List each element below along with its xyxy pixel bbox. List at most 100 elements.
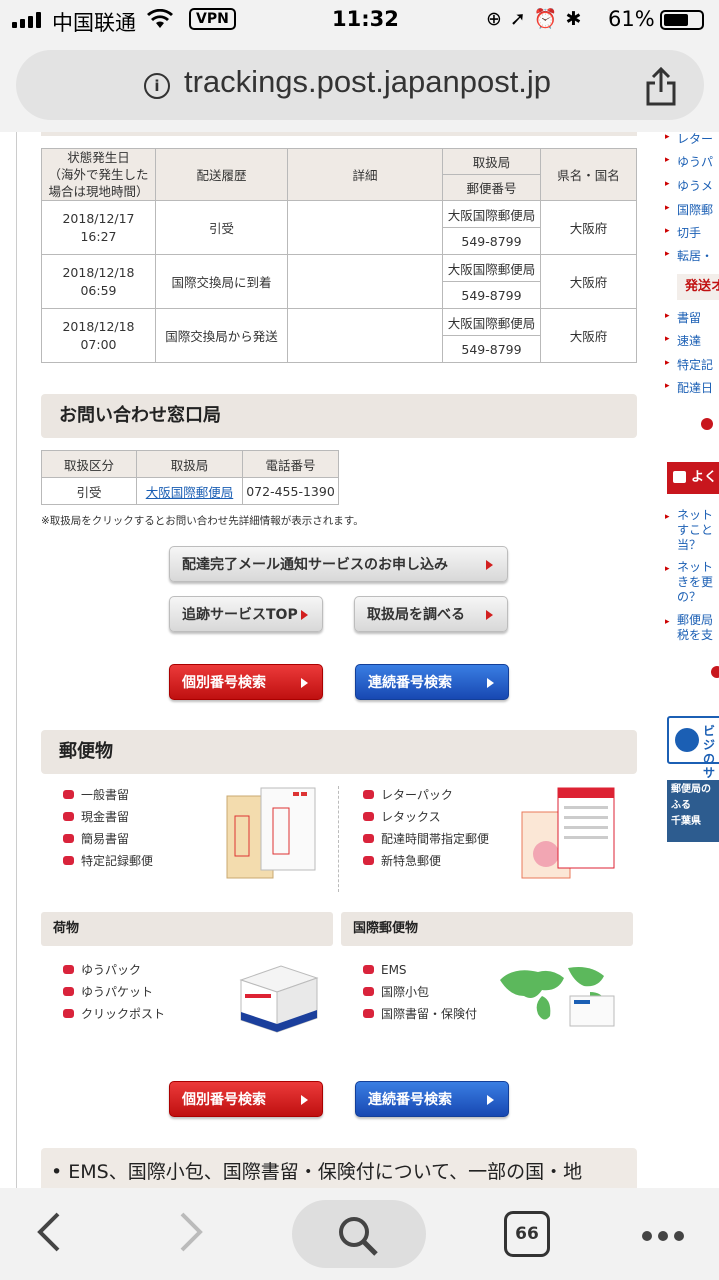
cell-pref: 大阪府: [540, 200, 637, 255]
tracking-top-label: 追跡サービスTOP: [182, 607, 298, 623]
sidebar-link[interactable]: ゆうパ: [665, 153, 713, 170]
contact-section-title: お問い合わせ窓口局: [41, 394, 637, 438]
faq-link[interactable]: ネット すこと 当？: [665, 508, 713, 553]
mail-section-title: 郵便物: [41, 730, 637, 774]
list-item[interactable]: レタックス: [361, 806, 489, 828]
header-pref: 県名・国名: [540, 148, 637, 201]
sidebar-heading: 発送オ: [677, 274, 719, 300]
cell-history: 国際交換局から発送: [155, 308, 288, 363]
individual-search-button[interactable]: 個別番号検索: [169, 664, 323, 700]
list-item[interactable]: 一般書留: [61, 784, 153, 806]
cell-date: 2018/12/17 16:27: [41, 200, 156, 255]
header-detail: 詳細: [287, 148, 443, 201]
tracking-top-button[interactable]: 追跡サービスTOP: [169, 596, 323, 632]
search-icon: [339, 1217, 378, 1256]
table-row: 引受 大阪国際郵便局 072-455-1390: [41, 477, 339, 505]
sidebar-link[interactable]: 特定記: [665, 356, 713, 373]
address-bar[interactable]: i trackings.post.japanpost.jp: [16, 50, 704, 120]
sequential-search-button[interactable]: 連続番号検索: [355, 664, 509, 700]
contact-note: ※取扱局をクリックするとお問い合わせ先詳細情報が表示されます。: [41, 515, 364, 527]
list-item[interactable]: ゆうパック: [61, 959, 165, 981]
more-menu-icon[interactable]: [642, 1226, 690, 1245]
sidebar-link[interactable]: 転居・: [665, 247, 713, 264]
list-item[interactable]: 新特急郵便: [361, 850, 489, 872]
table-row: 2018/12/18 07:00 国際交換局から発送 大阪国際郵便局 大阪府: [41, 308, 637, 363]
mail-divider: [338, 786, 339, 892]
list-item[interactable]: 国際書留・保険付: [361, 1003, 477, 1025]
cell-office: 大阪国際郵便局: [442, 308, 541, 336]
individual-search-button-2[interactable]: 個別番号検索: [169, 1081, 323, 1117]
list-item[interactable]: レターパック: [361, 784, 489, 806]
back-icon[interactable]: [30, 1210, 70, 1254]
sequential-search-button-2[interactable]: 連続番号検索: [355, 1081, 509, 1117]
cell-office: 大阪国際郵便局: [442, 254, 541, 282]
furusato-banner[interactable]: 郵便局の ふる 千葉県: [667, 780, 719, 842]
list-item[interactable]: ゆうパケット: [61, 981, 165, 1003]
list-item[interactable]: クリックポスト: [61, 1003, 165, 1025]
list-item[interactable]: 国際小包: [361, 981, 477, 1003]
faq-heading: よくあ: [667, 462, 719, 517]
find-office-label: 取扱局を調べる: [367, 607, 465, 623]
list-item[interactable]: 現金書留: [61, 806, 153, 828]
arrow-right-icon: [486, 610, 493, 620]
list-item[interactable]: EMS: [361, 959, 477, 981]
tracking-history-table: 状態発生日 （海外で発生した 場合は現地時間） 配送履歴 詳細 取扱局 県名・国…: [41, 148, 637, 363]
cell-pref: 大阪府: [540, 308, 637, 363]
international-section-title: 国際郵便物: [341, 912, 633, 946]
cell-detail: [287, 254, 443, 309]
arrow-right-icon: [486, 560, 493, 570]
top-section-bar: [41, 132, 637, 136]
faq-link[interactable]: ネット きを更 の？: [665, 560, 713, 605]
individual-search-label: 個別番号検索: [182, 1092, 266, 1108]
arrow-right-icon: [301, 610, 308, 620]
more-arrow-icon[interactable]: [701, 418, 713, 430]
contact-header-kind: 取扱区分: [41, 450, 137, 478]
mail-list-left: 一般書留 現金書留 簡易書留 特定記録郵便: [61, 784, 153, 872]
web-page: 状態発生日 （海外で発生した 場合は現地時間） 配送履歴 詳細 取扱局 県名・国…: [0, 132, 719, 1188]
sidebar-link[interactable]: 速達: [665, 332, 701, 349]
sidebar-link[interactable]: 書留: [665, 309, 701, 326]
cell-detail: [287, 200, 443, 255]
more-arrow-icon[interactable]: [711, 666, 719, 678]
status-icons: ⊕➚⏰✱: [486, 7, 589, 30]
find-office-button[interactable]: 取扱局を調べる: [354, 596, 508, 632]
table-row: 2018/12/17 16:27 引受 大阪国際郵便局 大阪府: [41, 200, 637, 255]
list-item[interactable]: 特定記録郵便: [61, 850, 153, 872]
sidebar-link[interactable]: レター: [665, 132, 713, 147]
signal-icon: [12, 12, 41, 28]
parcel-list: ゆうパック ゆうパケット クリックポスト: [61, 959, 165, 1025]
table-row: 2018/12/18 06:59 国際交換局に到着 大阪国際郵便局 大阪府: [41, 254, 637, 309]
share-icon[interactable]: [644, 66, 678, 106]
info-icon[interactable]: i: [144, 73, 170, 99]
mail-service-button[interactable]: 配達完了メール通知サービスのお申し込み: [169, 546, 508, 582]
list-item[interactable]: 簡易書留: [61, 828, 153, 850]
faq-link[interactable]: 郵便局 税を支: [665, 613, 713, 643]
sidebar-link[interactable]: 配達日: [665, 379, 713, 396]
contact-office-cell: 大阪国際郵便局: [136, 477, 243, 505]
contact-kind: 引受: [41, 477, 137, 505]
battery-icon: [660, 10, 704, 30]
cell-date: 2018/12/18 06:59: [41, 254, 156, 309]
left-border: [16, 132, 17, 1188]
business-banner[interactable]: ビジ のサ: [667, 716, 719, 780]
sequential-search-label: 連続番号検索: [368, 1092, 452, 1108]
registered-mail-envelopes-image: [226, 787, 316, 879]
forward-icon[interactable]: [170, 1210, 210, 1254]
browser-header: i trackings.post.japanpost.jp: [0, 40, 719, 132]
sidebar-link[interactable]: 国際郵: [665, 201, 713, 218]
cell-pref: 大阪府: [540, 254, 637, 309]
vpn-badge: VPN: [189, 8, 236, 30]
list-item[interactable]: 配達時間帯指定郵便: [361, 828, 489, 850]
search-button[interactable]: [292, 1200, 426, 1268]
world-map-image: [500, 967, 615, 1027]
carrier-name: 中国联通: [52, 11, 136, 35]
cell-history: 引受: [155, 200, 288, 255]
sidebar-link[interactable]: ゆうメ: [665, 177, 713, 194]
contact-office-link[interactable]: 大阪国際郵便局: [146, 485, 234, 500]
tabs-button[interactable]: 66: [504, 1211, 550, 1257]
wifi-icon: [147, 9, 173, 28]
url-text[interactable]: trackings.post.japanpost.jp: [184, 64, 551, 100]
sidebar-link[interactable]: 切手: [665, 224, 701, 241]
right-sidebar: レター ゆうパ ゆうメ 国際郵 切手 転居・ 発送オ 書留 速達 特定記 配達日…: [665, 132, 719, 1188]
cell-postal: 549-8799: [442, 281, 541, 309]
